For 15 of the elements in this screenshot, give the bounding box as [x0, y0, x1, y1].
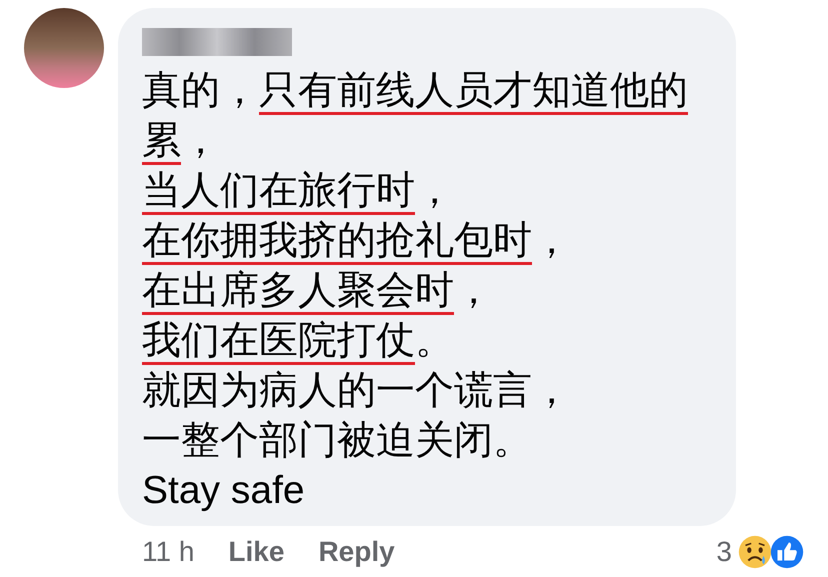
- thumbs-up-icon: [768, 533, 806, 571]
- comment-line: 真的，只有前线人员才知道他的: [142, 66, 714, 116]
- comment-line: 在出席多人聚会时，: [142, 266, 714, 316]
- comment-line: 在你拥我挤的抢礼包时，: [142, 216, 714, 266]
- reaction-count[interactable]: 3: [716, 536, 732, 568]
- comment-line: 就因为病人的一个谎言，: [142, 368, 572, 414]
- comment-line: 一整个部门被迫关闭。: [142, 418, 533, 464]
- comment-line: 当人们在旅行时，: [142, 166, 714, 216]
- comment-line: 我们在医院打仗。: [142, 316, 714, 366]
- comment-line: Stay safe: [142, 468, 306, 514]
- timestamp[interactable]: 11 h: [142, 536, 194, 568]
- sad-face-icon: [736, 533, 774, 571]
- comment-line: 累，: [142, 116, 714, 166]
- like-button[interactable]: Like: [228, 536, 284, 568]
- reply-button[interactable]: Reply: [318, 536, 395, 568]
